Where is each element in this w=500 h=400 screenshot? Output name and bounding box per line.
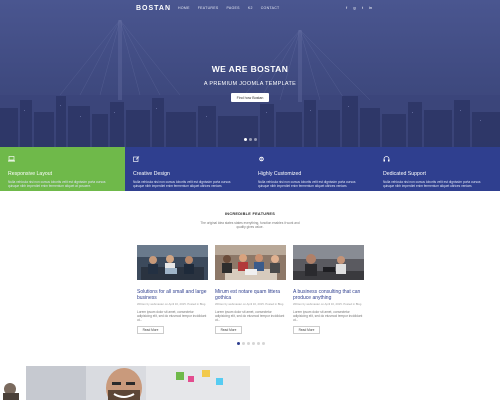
menu-item-contact[interactable]: CONTACT <box>261 6 280 10</box>
cards-slide-dot[interactable] <box>257 342 260 345</box>
menu-item-pages[interactable]: PAGES <box>227 6 240 10</box>
feature-text: Nulla vehicula nisi non cursus lobortis … <box>383 180 481 189</box>
headset-icon <box>383 156 390 162</box>
read-more-button[interactable]: Read More <box>215 325 242 334</box>
feature-text: Nulla vehicula nisi non cursus lobortis … <box>8 180 106 189</box>
cards-slider-dots <box>237 342 265 345</box>
menu-item-features[interactable]: FEATURES <box>198 6 219 10</box>
twitter-icon[interactable]: t <box>360 5 365 10</box>
bottom-left-image <box>0 375 26 400</box>
section-title: INCREDIBLE FEATURES <box>224 212 276 216</box>
card-excerpt: Lorem ipsum dolor sit amet, consectetur … <box>215 310 285 323</box>
hero-subtitle: A PREMIUM JOOMLA TEMPLATE <box>203 81 297 87</box>
feature-strip: Responsive Layout Nulla vehicula nisi no… <box>0 147 500 191</box>
hero-slide-dot[interactable] <box>254 138 257 141</box>
card-title[interactable]: A business consulting that can produce a… <box>293 289 364 301</box>
blog-card: A business consulting that can produce a… <box>293 245 364 334</box>
hero-slide-dot[interactable] <box>249 138 252 141</box>
read-more-button[interactable]: Read More <box>293 325 320 334</box>
laptop-icon <box>8 156 15 162</box>
blog-card: Solutions for all small and large busine… <box>137 245 208 334</box>
card-excerpt: Lorem ipsum dolor sit amet, consectetur … <box>293 310 363 323</box>
card-image-office[interactable] <box>293 245 364 280</box>
google-plus-icon[interactable]: g <box>352 5 357 10</box>
feature-dedicated-support: Dedicated Support Nulla vehicula nisi no… <box>375 147 500 191</box>
feature-creative-design: Creative Design Nulla vehicula nisi non … <box>125 147 250 191</box>
facebook-icon[interactable]: f <box>344 5 349 10</box>
feature-text: Nulla vehicula nisi non cursus lobortis … <box>133 180 231 189</box>
hero-slide-dot[interactable] <box>244 138 247 141</box>
feature-responsive-layout: Responsive Layout Nulla vehicula nisi no… <box>0 147 125 191</box>
card-meta: Written by webmaster on April 16, 2015. … <box>137 302 207 307</box>
section-description: The original idea states states everythi… <box>200 221 300 230</box>
cards-slide-dot[interactable] <box>252 342 255 345</box>
feature-title: Highly Customized <box>258 171 302 177</box>
read-more-button[interactable]: Read More <box>137 325 164 334</box>
gear-icon <box>259 156 264 162</box>
hero-slider-dots <box>244 138 257 141</box>
cards-slide-dot[interactable] <box>242 342 245 345</box>
blog-card: Mirum est notare quam littera gothica Wr… <box>215 245 286 334</box>
social-links: f g t in <box>344 5 373 10</box>
card-meta: Written by webmaster on April 16, 2015. … <box>215 302 285 307</box>
menu-item-home[interactable]: HOME <box>178 6 190 10</box>
feature-text: Nulla vehicula nisi non cursus lobortis … <box>258 180 356 189</box>
feature-title: Dedicated Support <box>383 171 426 177</box>
site-logo[interactable]: BOSTAN <box>136 5 171 12</box>
feature-title: Creative Design <box>133 171 170 177</box>
cards-slide-dot[interactable] <box>237 342 240 345</box>
feature-highly-customized: Highly Customized Nulla vehicula nisi no… <box>250 147 375 191</box>
edit-icon <box>133 156 140 162</box>
linkedin-icon[interactable]: in <box>368 5 373 10</box>
card-title[interactable]: Mirum est notare quam littera gothica <box>215 289 286 301</box>
main-menu: HOME FEATURES PAGES K2 CONTACT <box>178 6 279 10</box>
card-image-meeting[interactable] <box>137 245 208 280</box>
card-meta: Written by webmaster on April 16, 2015. … <box>293 302 363 307</box>
hero-section: BOSTAN HOME FEATURES PAGES K2 CONTACT f … <box>0 0 500 147</box>
bottom-photo-man <box>26 366 250 400</box>
menu-item-k2[interactable]: K2 <box>248 6 253 10</box>
card-image-team[interactable] <box>215 245 286 280</box>
feature-title: Responsive Layout <box>8 171 53 177</box>
card-title[interactable]: Solutions for all small and large busine… <box>137 289 208 301</box>
top-navbar: BOSTAN HOME FEATURES PAGES K2 CONTACT f … <box>0 0 500 18</box>
cards-slide-dot[interactable] <box>247 342 250 345</box>
page: BOSTAN HOME FEATURES PAGES K2 CONTACT f … <box>0 0 500 400</box>
hero-title: WE ARE BOSTAN <box>211 64 289 74</box>
card-excerpt: Lorem ipsum dolor sit amet, consectetur … <box>137 310 207 323</box>
cards-slide-dot[interactable] <box>262 342 265 345</box>
hero-cta-button[interactable]: Find how Bostan <box>231 93 269 102</box>
